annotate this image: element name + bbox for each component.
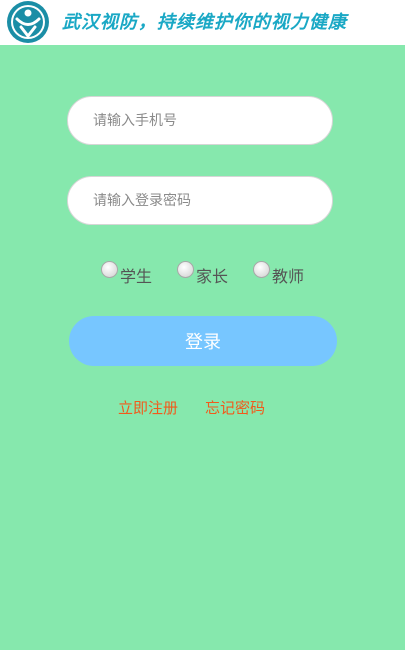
teacher-radio[interactable] — [253, 261, 270, 278]
student-radio[interactable] — [101, 261, 118, 278]
role-selector: 学生 家长 教师 — [0, 259, 405, 287]
header-bar: 武汉视防，持续维护你的视力健康 — [0, 0, 405, 45]
password-input[interactable] — [67, 176, 333, 225]
forgot-password-link[interactable]: 忘记密码 — [205, 397, 265, 418]
register-link[interactable]: 立即注册 — [118, 397, 178, 418]
parent-label: 家长 — [196, 267, 229, 286]
teacher-label: 教师 — [272, 267, 305, 286]
header-slogan: 武汉视防，持续维护你的视力健康 — [62, 12, 347, 33]
wuhan-vision-logo-icon — [7, 1, 49, 43]
phone-input[interactable] — [67, 96, 333, 145]
login-button[interactable]: 登录 — [69, 316, 337, 366]
parent-radio[interactable] — [177, 261, 194, 278]
student-label: 学生 — [120, 267, 153, 286]
